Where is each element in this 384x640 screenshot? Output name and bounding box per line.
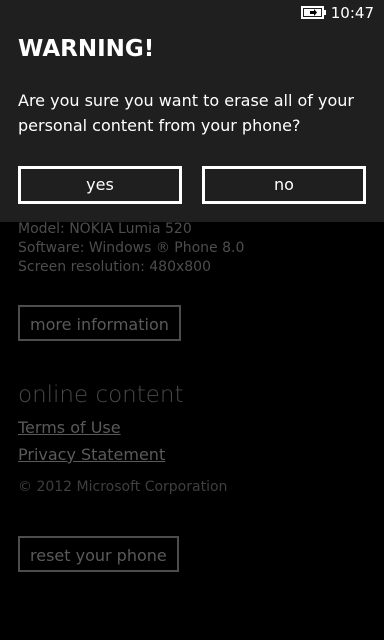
yes-button[interactable]: yes (18, 166, 182, 204)
battery-charging-icon (301, 6, 326, 19)
no-button[interactable]: no (202, 166, 366, 204)
model-info: Model: NOKIA Lumia 520 (18, 221, 192, 237)
copyright-text: © 2012 Microsoft Corporation (18, 479, 228, 495)
status-bar: 10:47 (0, 0, 384, 26)
phone-screen: Model: NOKIA Lumia 520 Software: Windows… (0, 0, 384, 640)
more-information-button[interactable]: more information (18, 305, 181, 341)
screen-resolution-info: Screen resolution: 480x800 (18, 259, 211, 275)
dialog-message: Are you sure you want to erase all of yo… (18, 91, 354, 135)
online-content-heading: online content (18, 382, 184, 408)
software-info: Software: Windows ® Phone 8.0 (18, 240, 245, 256)
clock: 10:47 (330, 4, 374, 22)
terms-of-use-link[interactable]: Terms of Use (18, 418, 121, 437)
reset-your-phone-button[interactable]: reset your phone (18, 536, 179, 572)
erase-warning-dialog: WARNING! Are you sure you want to erase … (0, 0, 384, 222)
privacy-statement-link[interactable]: Privacy Statement (18, 445, 165, 464)
dialog-title: WARNING! (18, 36, 155, 62)
